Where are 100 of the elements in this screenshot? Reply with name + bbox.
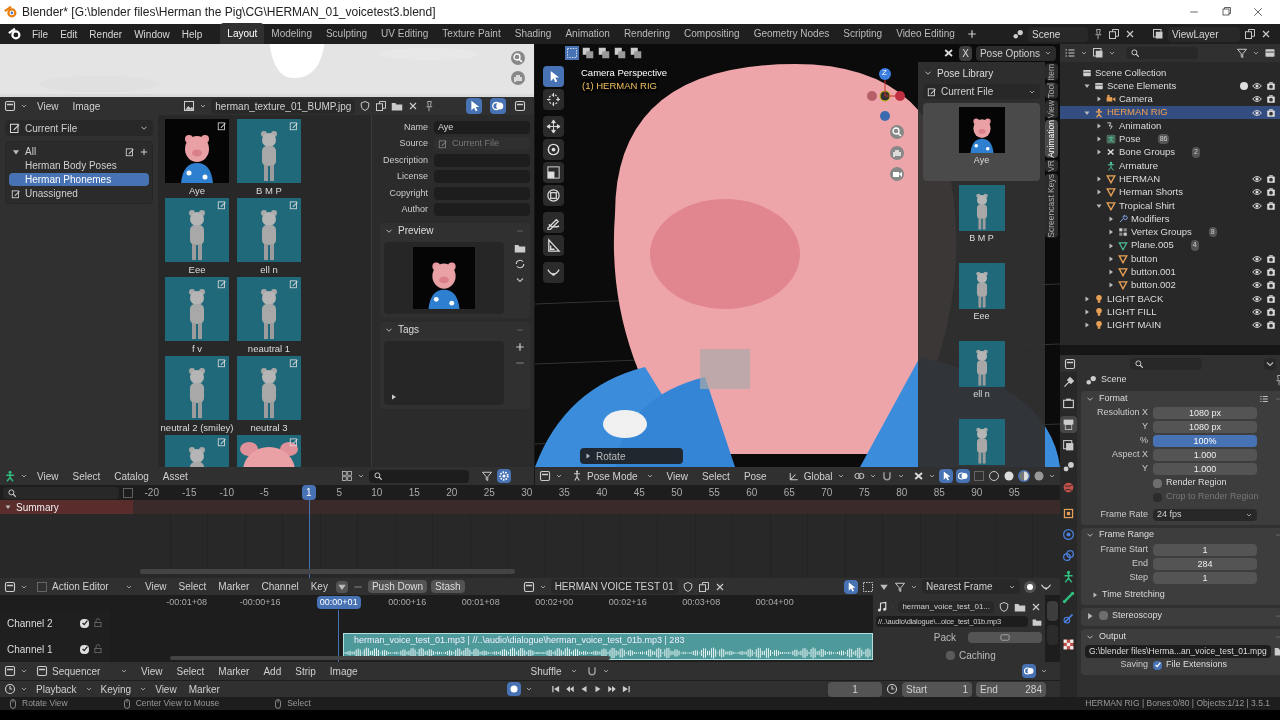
panel-header[interactable]: Frame Range [1099,528,1155,542]
action-name-field[interactable]: HERMAN VOICE TEST 01 [550,579,678,594]
menu-item[interactable]: Strip [290,663,321,679]
tree-item[interactable]: Herman Phonemes [9,173,149,186]
outliner-row[interactable]: HERMAN [1060,172,1280,186]
workspace-tab[interactable]: Video Editing [889,23,962,44]
menu-item[interactable]: Render [83,24,129,44]
menu-item[interactable]: File [26,24,55,44]
workspace-tab[interactable]: UV Editing [374,23,436,44]
number-field[interactable]: 1 [1153,571,1257,584]
menu-item[interactable]: Select [697,468,735,484]
workspace-tab[interactable]: Layout [220,23,265,44]
workspace-tab[interactable]: Sculpting [318,23,375,44]
asset-label[interactable]: ell n [260,262,278,277]
asset-label[interactable]: f v [192,341,202,356]
workspace-tab[interactable]: Texture Paint [435,23,508,44]
number-field[interactable]: 1.000 [1153,463,1257,475]
menu-item[interactable]: Key [306,579,332,594]
channel-row[interactable]: Summary [0,500,133,514]
menu-item[interactable]: View [141,579,171,594]
subpanel-header[interactable]: Time Stretching [1102,588,1165,602]
scene-field[interactable]: Scene [1028,26,1088,42]
outliner-row[interactable]: HERMAN RIG [1060,105,1280,120]
text-field[interactable]: Aye [434,120,530,134]
menu-item[interactable]: Image [324,663,363,679]
number-field[interactable]: 284 [1153,557,1257,570]
workspace-tab[interactable]: Animation [558,23,617,44]
mode-dropdown[interactable]: Action Editor [32,579,137,594]
menu-item[interactable]: Edit [54,24,84,44]
outliner-row[interactable]: Herman Shorts [1060,185,1280,199]
outliner-row[interactable]: Animation [1060,119,1280,133]
preview-panel-header[interactable]: Preview [398,223,434,238]
current-time-indicator[interactable]: 00:00+01 [316,595,361,610]
outliner-row[interactable]: button.001 [1060,265,1280,279]
workspace-tab[interactable]: Shading [507,23,559,44]
panel-header[interactable]: Output [1099,629,1127,644]
menu-item[interactable]: Add [258,663,287,679]
workspace-tab[interactable]: Compositing [677,23,747,44]
workspace-tab[interactable]: Modeling [264,23,319,44]
menu-item[interactable]: Image [67,98,106,114]
menu-item[interactable]: View [151,681,181,697]
slider-field[interactable]: 100% [1153,435,1257,447]
tree-item[interactable]: Unassigned [9,187,149,200]
number-field[interactable]: 1080 px [1153,407,1257,419]
menu-item[interactable]: Select [67,468,106,484]
view-layer-field[interactable]: ViewLayer [1168,26,1240,42]
file-path-field[interactable]: G:\blender files\Herma...an_voice_test_01.mpg [1085,644,1271,658]
menu-item[interactable]: Channel [257,579,303,594]
image-name-field[interactable]: herman_texture_01_BUMP.jpg [211,98,356,114]
overlap-dropdown[interactable]: Shuffle [526,663,582,679]
orientation-dropdown[interactable]: Global [783,468,849,484]
workspace-tab[interactable]: Scripting [836,23,890,44]
menu-item[interactable]: Select [174,579,211,594]
menu-item[interactable]: Catalog [109,468,154,484]
outliner-row[interactable]: LIGHT FILL [1060,305,1280,319]
menu-item[interactable]: Select [171,663,210,679]
workspace-tab[interactable]: Geometry Nodes [746,23,837,44]
tags-panel-header[interactable]: Tags [398,322,420,337]
number-field[interactable]: 1080 px [1153,421,1257,433]
outliner-row[interactable]: button [1060,252,1280,266]
asset-label[interactable]: neautral 1 [247,341,291,356]
action-button[interactable]: Stash [431,580,465,593]
menu-item[interactable]: View [661,468,694,484]
outliner-row[interactable]: LIGHT BACK [1060,292,1280,306]
mode-dropdown[interactable]: Sequencer [32,663,132,679]
workspace-tab[interactable]: Rendering [616,23,678,44]
menu-item[interactable]: Playback [32,681,81,697]
sound-name-field[interactable]: herman_voice_test_01... [898,601,994,613]
menu-item[interactable]: Window [128,24,176,44]
mode-dropdown[interactable]: Pose Mode [567,468,658,484]
outliner-row[interactable]: Modifiers [1060,212,1280,226]
asset-label[interactable]: neutral 3 [250,420,288,435]
number-field[interactable]: 1.000 [1153,449,1257,461]
start-frame-field[interactable]: Start 1 [902,681,972,697]
tree-item[interactable]: All [9,145,149,158]
outliner-row[interactable]: LIGHT MAIN [1060,318,1280,332]
asset-label[interactable]: B M P [256,183,282,198]
asset-label[interactable]: Aye [188,183,206,198]
snap-dropdown[interactable]: Nearest Frame [922,579,1020,594]
panel-header[interactable]: Format [1099,391,1128,406]
menu-item[interactable]: Pose [738,468,772,484]
outliner-row[interactable]: Scene Elements [1060,79,1280,93]
current-frame-indicator[interactable]: 1 [301,485,316,500]
menu-item[interactable]: Keying [96,681,136,697]
library-dropdown[interactable]: Current File [5,120,153,136]
tree-item[interactable]: Herman Body Poses [9,159,149,172]
outliner-row[interactable]: Tropical Shirt [1060,198,1280,213]
menu-item[interactable]: Marker [214,579,254,594]
menu-item[interactable]: Marker [184,681,224,697]
menu-item[interactable]: View [136,663,168,679]
menu-item[interactable]: Help [175,24,209,44]
dropdown[interactable]: 24 fps [1153,508,1257,521]
asset-label[interactable]: Eee [188,262,206,277]
outliner-row[interactable]: button.002 [1060,278,1280,293]
menu-item[interactable]: View [32,98,64,114]
action-button[interactable]: Push Down [367,580,428,593]
asset-label[interactable]: neutral 2 (smiley) [160,420,234,435]
menu-item[interactable]: Marker [213,663,255,679]
menu-item[interactable]: Asset [157,468,193,484]
menu-item[interactable]: View [32,468,64,484]
